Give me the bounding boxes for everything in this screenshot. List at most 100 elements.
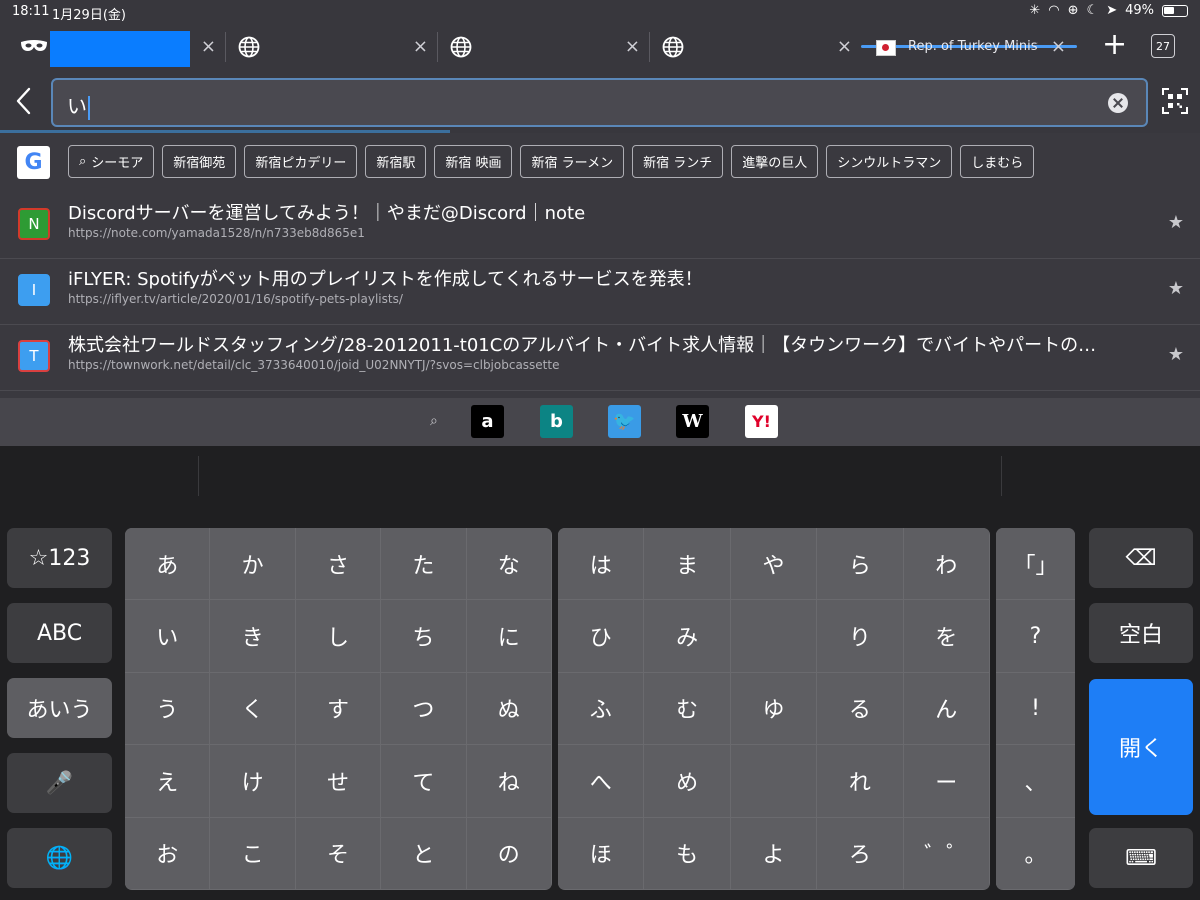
kana-key[interactable]: た: [381, 528, 466, 600]
space-key[interactable]: 空白: [1089, 603, 1193, 663]
kana-key[interactable]: よ: [730, 817, 817, 889]
kana-key[interactable]: へ: [558, 745, 644, 817]
kana-key[interactable]: お: [125, 817, 210, 889]
tab-close-icon[interactable]: ×: [413, 36, 428, 57]
tab-count-button[interactable]: 27: [1151, 34, 1175, 58]
kana-key[interactable]: ろ: [817, 817, 903, 889]
kana-key[interactable]: む: [644, 672, 730, 745]
url-input-text[interactable]: い: [67, 90, 90, 120]
back-chevron-icon[interactable]: [12, 86, 36, 116]
suggestion-chip[interactable]: しまむら: [960, 145, 1035, 178]
clear-input-icon[interactable]: [1108, 93, 1128, 113]
kana-key[interactable]: つ: [381, 672, 466, 745]
tab-globe-3[interactable]: ×: [650, 24, 862, 70]
kana-key[interactable]: き: [210, 600, 295, 672]
tab-active-site[interactable]: Rep. of Turkey Minist ×: [862, 24, 1076, 70]
kana-key[interactable]: ほ: [558, 817, 644, 889]
punctuation-key[interactable]: 。: [996, 817, 1075, 889]
suggestion-chip[interactable]: 新宿駅: [365, 145, 427, 178]
kana-key[interactable]: ひ: [558, 600, 644, 672]
kana-key[interactable]: そ: [295, 817, 381, 889]
suggestion-chip[interactable]: 新宿御苑: [162, 145, 237, 178]
kana-key[interactable]: み: [644, 600, 730, 672]
kana-key[interactable]: と: [381, 817, 466, 889]
kana-key[interactable]: ー: [903, 745, 989, 817]
tab-close-icon[interactable]: ×: [625, 36, 640, 57]
suggestion-chip[interactable]: 新宿ピカデリー: [244, 145, 358, 178]
delete-key[interactable]: ⌫: [1089, 528, 1193, 588]
suggestion-chip[interactable]: シンウルトラマン: [826, 145, 953, 178]
kana-key[interactable]: こ: [210, 817, 295, 889]
bookmark-star-icon[interactable]: ★: [1168, 278, 1184, 299]
bing-icon[interactable]: b: [540, 405, 573, 438]
bookmark-star-icon[interactable]: ★: [1168, 344, 1184, 365]
history-row[interactable]: T 株式会社ワールドスタッフィング/28-2012011-t01Cのアルバイト・…: [0, 324, 1200, 391]
kana-key[interactable]: や: [730, 528, 817, 600]
suggestion-chip[interactable]: 新宿 映画: [434, 145, 513, 178]
kana-key[interactable]: な: [466, 528, 551, 600]
kana-key[interactable]: ゛゜: [903, 817, 989, 889]
qr-scan-icon[interactable]: [1162, 88, 1188, 114]
suggestion-chip[interactable]: 進撃の巨人: [731, 145, 819, 178]
tab-close-icon[interactable]: ×: [837, 36, 852, 57]
kana-key[interactable]: ふ: [558, 672, 644, 745]
kana-key[interactable]: あいう: [7, 678, 112, 738]
kana-key[interactable]: か: [210, 528, 295, 600]
kana-key[interactable]: ぬ: [466, 672, 551, 745]
kana-key[interactable]: を: [903, 600, 989, 672]
numbers-symbols-key[interactable]: ☆123: [7, 528, 112, 588]
kana-key[interactable]: て: [381, 745, 466, 817]
kana-key[interactable]: に: [466, 600, 551, 672]
tab-private[interactable]: ×: [0, 24, 226, 70]
kana-key[interactable]: け: [210, 745, 295, 817]
kana-key[interactable]: く: [210, 672, 295, 745]
tab-close-icon[interactable]: ×: [1051, 36, 1066, 57]
punctuation-key[interactable]: 、: [996, 745, 1075, 817]
kana-key[interactable]: う: [125, 672, 210, 745]
kana-key[interactable]: の: [466, 817, 551, 889]
enter-open-key[interactable]: 開く: [1089, 679, 1193, 815]
kana-key[interactable]: る: [817, 672, 903, 745]
kana-key[interactable]: し: [295, 600, 381, 672]
hide-keyboard-icon[interactable]: ⌨: [1089, 828, 1193, 888]
abc-key[interactable]: ABC: [7, 603, 112, 663]
history-row[interactable]: N Discordサーバーを運営してみよう！｜やまだ@Discord｜note …: [0, 192, 1200, 259]
url-input[interactable]: い: [51, 78, 1148, 127]
kana-key[interactable]: あ: [125, 528, 210, 600]
microphone-icon[interactable]: 🎤: [7, 753, 112, 813]
yahoo-icon[interactable]: Y!: [745, 405, 778, 438]
kana-key[interactable]: す: [295, 672, 381, 745]
new-tab-button[interactable]: +: [1102, 30, 1127, 60]
kana-key[interactable]: い: [125, 600, 210, 672]
kana-key[interactable]: は: [558, 528, 644, 600]
punctuation-key[interactable]: !: [996, 672, 1075, 745]
kana-key[interactable]: ゆ: [730, 672, 817, 745]
kana-key[interactable]: も: [644, 817, 730, 889]
wikipedia-icon[interactable]: W: [676, 405, 709, 438]
globe-keyboard-icon[interactable]: 🌐: [7, 828, 112, 888]
kana-key[interactable]: ん: [903, 672, 989, 745]
kana-key[interactable]: れ: [817, 745, 903, 817]
kana-key[interactable]: え: [125, 745, 210, 817]
punctuation-key[interactable]: ?: [996, 600, 1075, 672]
kana-key[interactable]: り: [817, 600, 903, 672]
tab-close-icon[interactable]: ×: [201, 36, 216, 57]
kana-key[interactable]: ね: [466, 745, 551, 817]
kana-key[interactable]: ら: [817, 528, 903, 600]
kana-key[interactable]: さ: [295, 528, 381, 600]
suggestion-chip[interactable]: ⌕ シーモア: [68, 145, 155, 178]
kana-key[interactable]: ち: [381, 600, 466, 672]
bookmark-star-icon[interactable]: ★: [1168, 212, 1184, 233]
punctuation-key[interactable]: 「」: [996, 528, 1075, 600]
kana-key[interactable]: ま: [644, 528, 730, 600]
history-row[interactable]: I iFLYER: Spotifyがペット用のプレイリストを作成してくれるサービ…: [0, 258, 1200, 325]
tab-globe-2[interactable]: ×: [438, 24, 650, 70]
suggestion-chip[interactable]: 新宿 ランチ: [632, 145, 724, 178]
tab-globe-1[interactable]: ×: [226, 24, 438, 70]
twitter-icon[interactable]: 🐦: [608, 405, 641, 438]
kana-key[interactable]: わ: [903, 528, 989, 600]
kana-key[interactable]: め: [644, 745, 730, 817]
kana-key[interactable]: せ: [295, 745, 381, 817]
amazon-icon[interactable]: a: [471, 405, 504, 438]
suggestion-chip[interactable]: 新宿 ラーメン: [520, 145, 625, 178]
